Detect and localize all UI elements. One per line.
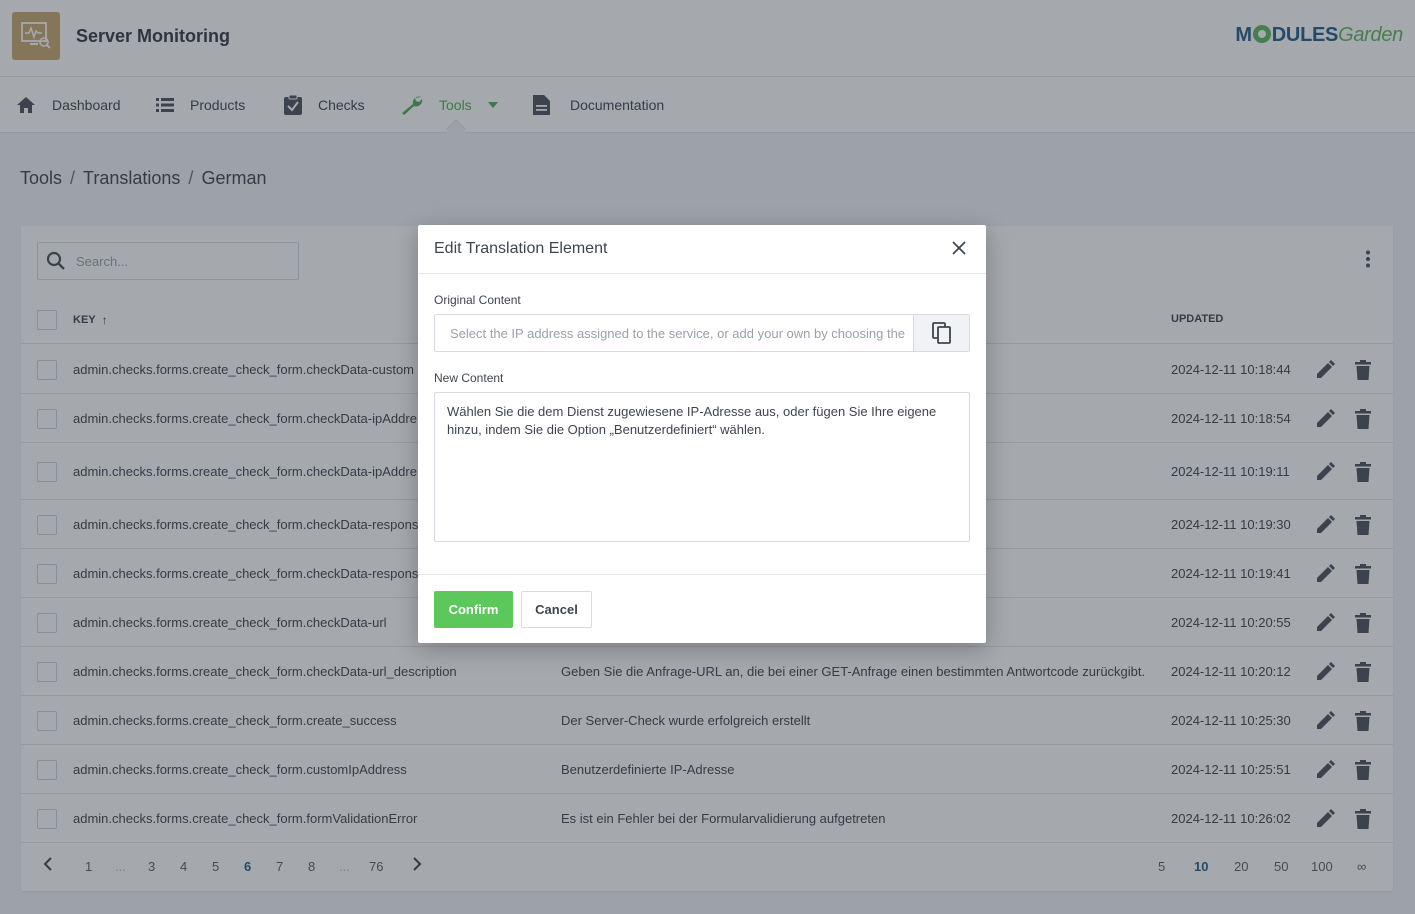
cancel-button[interactable]: Cancel [521,591,592,628]
edit-translation-modal: Edit Translation Element Original Conten… [418,225,986,643]
modal-title: Edit Translation Element [434,240,608,257]
new-content-textarea[interactable]: Wählen Sie die dem Dienst zugewiesene IP… [434,392,970,542]
original-content-label: Original Content [434,293,521,307]
confirm-button[interactable]: Confirm [434,591,513,628]
new-content-label: New Content [434,371,504,385]
copy-icon [931,322,951,344]
modal-header: Edit Translation Element [418,225,986,274]
original-content-field[interactable] [435,315,913,351]
copy-button[interactable] [913,315,969,351]
close-icon[interactable] [952,241,966,260]
original-content-group [434,314,970,352]
modal-footer: Confirm Cancel [418,574,986,643]
